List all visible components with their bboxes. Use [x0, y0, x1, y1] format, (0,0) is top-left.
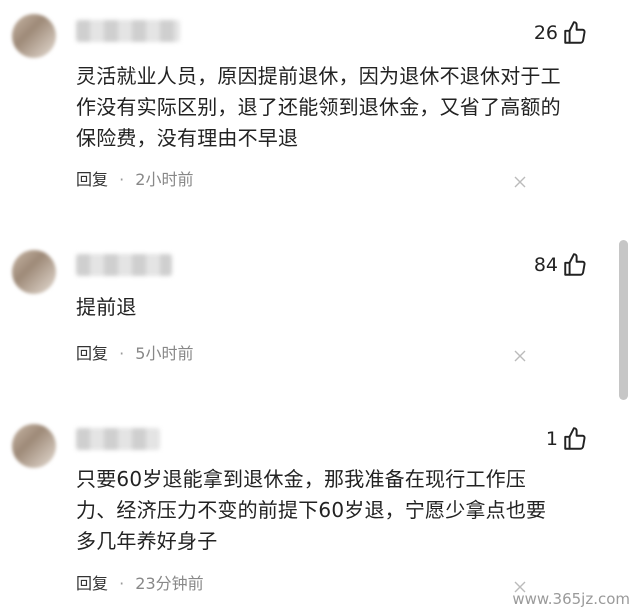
username-blurred[interactable]	[76, 428, 160, 450]
username-blurred[interactable]	[76, 20, 180, 42]
comment-item: 26 灵活就业人员，原因提前退休，因为退休不退休对于工 作没有实际区别，退了还能…	[0, 0, 612, 200]
comment-text: 只要60岁退能拿到退休金，那我准备在现行工作压 力、经济压力不变的前提下60岁退…	[76, 464, 576, 557]
meta-separator: ·	[119, 170, 125, 189]
thumbs-up-icon[interactable]	[562, 252, 588, 278]
comment-text: 灵活就业人员，原因提前退休，因为退休不退休对于工 作没有实际区别，退了还能领到退…	[76, 61, 576, 154]
comment-item: 84 提前退 回复 · 5小时前	[0, 236, 612, 396]
comment-text-line: 力、经济压力不变的前提下60岁退，宁愿少拿点也要	[76, 498, 547, 522]
timestamp: 23分钟前	[135, 574, 204, 593]
like-count: 1	[545, 428, 558, 450]
comment-text: 提前退	[76, 292, 576, 323]
comment-meta: 回复 · 2小时前	[76, 166, 193, 190]
comment-item: 1 只要60岁退能拿到退休金，那我准备在现行工作压 力、经济压力不变的前提下60…	[0, 410, 612, 614]
close-icon[interactable]	[514, 347, 526, 362]
comment-text-line: 提前退	[76, 295, 137, 319]
comment-text-line: 只要60岁退能拿到退休金，那我准备在现行工作压	[76, 467, 527, 491]
meta-separator: ·	[119, 344, 125, 363]
like-count: 26	[533, 22, 558, 44]
avatar[interactable]	[12, 14, 56, 58]
scrollbar-thumb[interactable]	[619, 240, 628, 400]
timestamp: 2小时前	[135, 170, 194, 189]
comment-text-line: 灵活就业人员，原因提前退休，因为退休不退休对于工	[76, 64, 561, 88]
reply-button[interactable]: 回复	[76, 574, 108, 593]
avatar[interactable]	[12, 250, 56, 294]
reply-button[interactable]: 回复	[76, 344, 108, 363]
thumbs-up-icon[interactable]	[562, 426, 588, 452]
close-icon[interactable]	[514, 578, 526, 593]
thumbs-up-icon[interactable]	[562, 20, 588, 46]
timestamp: 5小时前	[135, 344, 194, 363]
comment-meta: 回复 · 23分钟前	[76, 570, 204, 594]
username-blurred[interactable]	[76, 254, 172, 276]
reply-button[interactable]: 回复	[76, 170, 108, 189]
comment-text-line: 保险费，没有理由不早退	[76, 126, 299, 150]
close-icon[interactable]	[514, 173, 526, 188]
watermark: www.365jz.com	[512, 590, 630, 608]
avatar[interactable]	[12, 424, 56, 468]
comment-meta: 回复 · 5小时前	[76, 340, 193, 364]
meta-separator: ·	[119, 574, 125, 593]
comment-text-line: 作没有实际区别，退了还能领到退休金，又省了高额的	[76, 95, 561, 119]
like-count: 84	[533, 254, 558, 276]
comment-text-line: 多几年养好身子	[76, 529, 218, 553]
